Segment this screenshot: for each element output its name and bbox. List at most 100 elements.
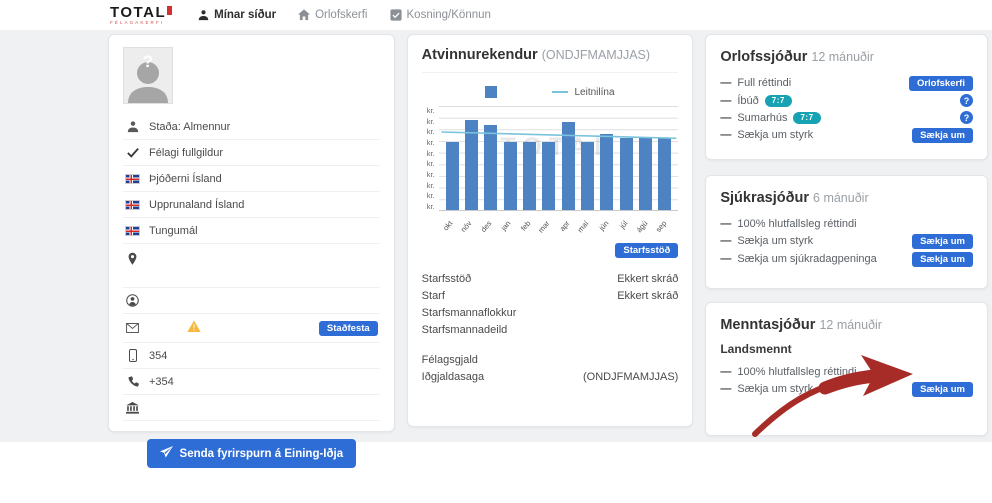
fund-item: — Sækja um styrk Sækja um bbox=[720, 126, 973, 144]
iceland-flag-icon bbox=[125, 226, 140, 236]
employer-card-title: Atvinnurekendur (ONDJFMAMJJAS) bbox=[422, 47, 679, 73]
confirm-email-button[interactable]: Staðfesta bbox=[319, 321, 378, 336]
logo-text: TOTAL bbox=[110, 5, 172, 20]
fund-item: — Sækja um sjúkradagpeninga Sækja um bbox=[720, 250, 973, 268]
paper-plane-icon bbox=[160, 446, 173, 461]
fund-period: 12 mánuðir bbox=[811, 50, 874, 64]
profile-status-label: Staða: Almennur bbox=[149, 121, 230, 133]
nav-orlofskerfi[interactable]: Orlofskerfi bbox=[298, 9, 367, 21]
workstation-button[interactable]: Starfsstöð bbox=[615, 243, 678, 258]
chart-x-tick: okt bbox=[439, 219, 460, 239]
avatar: ? bbox=[123, 47, 173, 104]
chart-plot-area: TOTAL bbox=[439, 106, 679, 211]
profile-row-mobile: 354 bbox=[123, 343, 380, 369]
chart-x-tick: ágú bbox=[634, 219, 655, 239]
profile-membership-label: Félagi fullgildur bbox=[149, 147, 223, 159]
nav-kosning-konnun[interactable]: Kosning/Könnun bbox=[390, 9, 491, 21]
orlofskerfi-button[interactable]: Orlofskerfi bbox=[909, 76, 973, 91]
profile-row-phone: +354 bbox=[123, 369, 380, 395]
dash-bullet: — bbox=[720, 253, 731, 265]
ratio-badge: 7:7 bbox=[765, 95, 792, 107]
check-square-icon bbox=[390, 9, 402, 21]
fund-item: — Íbúð 7:7 ? bbox=[720, 92, 973, 109]
profile-row-status: Staða: Almennur bbox=[123, 114, 380, 140]
chart-x-tick: feb bbox=[517, 219, 538, 239]
chart-y-tick: kr. bbox=[427, 170, 435, 179]
dash-bullet: — bbox=[720, 366, 731, 378]
apply-education-grant-button[interactable]: Sækja um bbox=[912, 382, 973, 397]
dash-bullet: — bbox=[720, 112, 731, 124]
apply-grant-button[interactable]: Sækja um bbox=[912, 234, 973, 249]
fund-item: — Sækja um styrk Sækja um bbox=[720, 232, 973, 250]
profile-card: ? Staða: Almennur Félagi fullgildur Þjóð… bbox=[108, 34, 395, 432]
profile-row-origin: Upprunaland Ísland bbox=[123, 192, 380, 218]
profile-row-kennitala bbox=[123, 288, 380, 314]
profile-origin-label: Upprunaland Ísland bbox=[149, 199, 244, 211]
trendline-svg bbox=[439, 106, 679, 210]
apply-sick-pay-button[interactable]: Sækja um bbox=[912, 252, 973, 267]
profile-row-language: Tungumál bbox=[123, 218, 380, 244]
employer-title-months: (ONDJFMAMJJAS) bbox=[542, 48, 650, 62]
check-icon bbox=[125, 147, 140, 158]
total-logo[interactable]: TOTAL FÉLAGAKERFI bbox=[110, 5, 172, 26]
mobile-phone-icon bbox=[125, 349, 140, 362]
help-icon[interactable]: ? bbox=[960, 94, 973, 107]
detail-row: Starfsmannadeild bbox=[422, 321, 679, 338]
send-inquiry-button[interactable]: Senda fyrirspurn á Eining-Iðja bbox=[147, 439, 357, 468]
profile-nationality-label: Þjóðerni Ísland bbox=[149, 173, 222, 185]
orlofssjodur-card: Orlofssjóður 12 mánuðir — Full réttindi … bbox=[705, 34, 988, 160]
chart-x-tick: sep bbox=[654, 219, 675, 239]
trendline-legend: Leitnilína bbox=[552, 87, 614, 98]
sjukrasjodur-card: Sjúkrasjóður 6 mánuðir — 100% hlutfallsl… bbox=[705, 175, 988, 289]
chart-y-tick: kr. bbox=[427, 127, 435, 136]
bar-series-legend-swatch bbox=[485, 86, 497, 98]
chart-x-tick: apr bbox=[556, 219, 577, 239]
chart-x-tick: mar bbox=[536, 219, 557, 239]
avatar-question-mark: ? bbox=[124, 52, 172, 72]
chart-x-labels: oktnóvdesjanfebmaraprmaíjúnjúlágúsep bbox=[422, 211, 679, 237]
detail-row: StarfEkkert skráð bbox=[422, 287, 679, 304]
chart-y-tick: kr. bbox=[427, 202, 435, 211]
fund-title: Sjúkrasjóður 6 mánuðir bbox=[720, 190, 973, 206]
chart-x-tick: jún bbox=[595, 219, 616, 239]
employment-details: StarfsstöðEkkert skráð StarfEkkert skráð… bbox=[422, 270, 679, 385]
dash-bullet: — bbox=[720, 218, 731, 230]
chart-y-tick: kr. bbox=[427, 181, 435, 190]
chart-y-tick: kr. bbox=[427, 138, 435, 147]
salary-bar-chart: kr.kr.kr.kr.kr.kr.kr.kr.kr.kr. TOTAL bbox=[422, 106, 679, 211]
detail-row: Starfsmannaflokkur bbox=[422, 304, 679, 321]
chart-x-tick: jan bbox=[497, 219, 518, 239]
person-circle-icon bbox=[125, 294, 140, 307]
trendline-legend-label: Leitnilína bbox=[574, 87, 614, 98]
menntasjodur-card: Menntasjóður 12 mánuðir Landsmennt — 100… bbox=[705, 302, 988, 436]
chart-x-tick: nóv bbox=[458, 219, 479, 239]
chart-y-tick: kr. bbox=[427, 159, 435, 168]
detail-row: Iðgjaldasaga(ONDJFMAMJJAS) bbox=[422, 368, 679, 385]
person-icon bbox=[198, 9, 209, 21]
profile-row-nationality: Þjóðerni Ísland bbox=[123, 166, 380, 192]
profile-row-email: Staðfesta bbox=[123, 314, 380, 343]
iceland-flag-icon bbox=[125, 174, 140, 184]
help-icon[interactable]: ? bbox=[960, 111, 973, 124]
iceland-flag-icon bbox=[125, 200, 140, 210]
logo-subtext: FÉLAGAKERFI bbox=[110, 21, 172, 26]
profile-row-membership: Félagi fullgildur bbox=[123, 140, 380, 166]
dash-bullet: — bbox=[720, 95, 731, 107]
fund-item: — 100% hlutfallsleg réttindi bbox=[720, 363, 973, 380]
detail-row: StarfsstöðEkkert skráð bbox=[422, 270, 679, 287]
fund-period: 6 mánuðir bbox=[813, 191, 869, 205]
chart-x-tick: júl bbox=[615, 219, 636, 239]
dash-bullet: — bbox=[720, 77, 731, 89]
top-navigation-bar: TOTAL FÉLAGAKERFI Mínar síður Orlofskerf… bbox=[0, 0, 992, 30]
main-content: ? Staða: Almennur Félagi fullgildur Þjóð… bbox=[0, 30, 992, 442]
nav-minar-sidur[interactable]: Mínar síður bbox=[198, 9, 276, 21]
apply-grant-button[interactable]: Sækja um bbox=[912, 128, 973, 143]
logo-red-mark bbox=[167, 6, 172, 15]
fund-item: — Sækja um styrk Sækja um bbox=[720, 380, 973, 398]
profile-mobile-label: 354 bbox=[149, 350, 167, 362]
bank-icon bbox=[125, 402, 140, 414]
ratio-badge: 7:7 bbox=[793, 112, 820, 124]
details-spacer bbox=[422, 338, 679, 351]
chart-y-tick: kr. bbox=[427, 106, 435, 115]
fund-item: — Full réttindi Orlofskerfi bbox=[720, 74, 973, 92]
